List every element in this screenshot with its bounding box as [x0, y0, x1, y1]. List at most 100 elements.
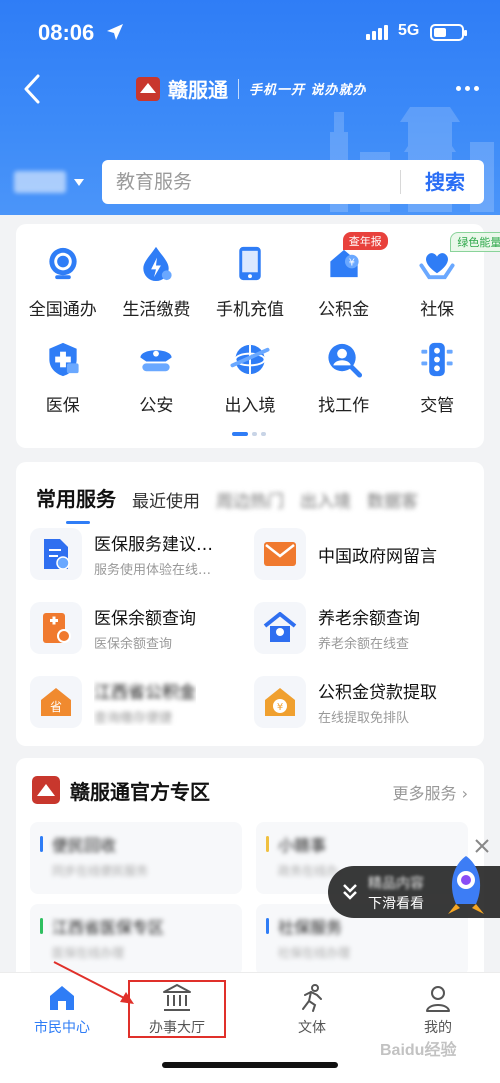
service-medical-balance[interactable]: 医保余额查询 医保余额查询 [30, 602, 254, 654]
service-subtitle: 服务使用体验在线… [94, 563, 212, 578]
service-icon-wrap [30, 602, 82, 654]
watermark: Baidu经验 [380, 1042, 457, 1059]
promo-subtitle: 下滑看看 [368, 896, 424, 912]
app-header: 08:06 5G 赣服通 手机一开 说办就办 搜索 [0, 0, 500, 215]
service-label: 交管 [420, 396, 455, 416]
tab-immigration[interactable]: 出入境 [300, 487, 351, 512]
service-label: 找工作 [318, 396, 370, 416]
svg-text:省: 省 [50, 700, 62, 714]
home-indicator [162, 1062, 338, 1068]
tab-culture-sports[interactable]: 文体 [262, 983, 362, 1043]
service-title: 江西省公积金 [94, 683, 196, 703]
service-icon-wrap: ¥ [254, 676, 306, 728]
tab-label: 文体 [298, 1020, 326, 1036]
svg-text:¥: ¥ [348, 257, 354, 268]
location-arrow-icon [107, 24, 123, 40]
service-icon-wrap [254, 602, 306, 654]
service-utility-payment[interactable]: 生活缴费 [110, 244, 204, 320]
tab-label: 市民中心 [34, 1020, 90, 1036]
service-province-fund[interactable]: 省 江西省公积金 查询缴存便捷 [30, 676, 254, 728]
grid-page-indicator [232, 432, 266, 436]
traffic-icon [421, 342, 453, 377]
battery-icon [430, 24, 467, 41]
medical-insurance-icon [49, 342, 79, 377]
service-gov-message[interactable]: 中国政府网留言 [254, 528, 478, 580]
svg-text:¥: ¥ [277, 702, 283, 713]
service-job-search[interactable]: 找工作 [297, 340, 391, 416]
service-subtitle: 养老余额在线查 [318, 637, 410, 652]
service-label: 出入境 [224, 396, 276, 416]
zone-item-subtitle: 政务在线办 [278, 864, 339, 878]
service-pension-balance[interactable]: 养老余额查询 养老余额在线查 [254, 602, 478, 654]
service-phone-topup[interactable]: 手机充值 [203, 244, 297, 320]
service-subtitle: 医保余额查询 [94, 637, 173, 652]
service-text: 公积金贷款提取 在线提取免排队 [318, 678, 437, 726]
service-social-security[interactable]: 绿色能量 社保 [390, 232, 500, 320]
profile-icon [426, 986, 450, 1012]
mascot-icon[interactable] [440, 852, 492, 916]
search-box: 搜索 [102, 160, 484, 204]
tab-profile[interactable]: 我的 [388, 983, 488, 1043]
tab-recent[interactable]: 最近使用 [132, 487, 200, 512]
pension-home-icon [263, 612, 297, 642]
brand-logo-icon [136, 76, 160, 101]
service-text: 医保服务建议… 服务使用体验在线… [94, 530, 213, 578]
zone-title: 赣服通官方专区 [70, 780, 210, 804]
tab-common-services[interactable]: 常用服务 [36, 483, 116, 524]
brand-name: 赣服通 [168, 78, 228, 102]
search-button[interactable]: 搜索 [412, 160, 478, 204]
search-divider [400, 170, 401, 194]
brand-slogan: 手机一开 说办就办 [249, 83, 367, 98]
province-home-icon: 省 [41, 688, 71, 716]
double-chevron-down-icon [343, 884, 357, 900]
zone-item-title: 便民回收 [52, 836, 117, 855]
search-row: 搜索 [0, 160, 500, 204]
service-icon-wrap [254, 528, 306, 580]
balance-card-icon [43, 613, 71, 643]
service-title: 养老余额查询 [318, 609, 420, 629]
service-immigration[interactable]: 出入境 [203, 340, 297, 416]
zone-item[interactable]: 便民回收 同步在线便民服务 [30, 822, 242, 894]
zone-item-subtitle: 社保在线办理 [278, 946, 351, 960]
police-icon [140, 350, 172, 372]
utility-payment-icon [143, 246, 172, 282]
service-title: 中国政府网留言 [318, 546, 437, 567]
job-search-icon [327, 343, 362, 378]
service-label: 公安 [139, 396, 174, 416]
social-security-icon [419, 253, 455, 280]
service-icon-wrap: 省 [30, 676, 82, 728]
service-title: 医保服务建议… [94, 535, 213, 555]
service-fund-loan-withdraw[interactable]: ¥ 公积金贷款提取 在线提取免排队 [254, 676, 478, 728]
service-medical-insurance[interactable]: 医保 [16, 340, 110, 416]
housing-fund-icon: ¥ [329, 249, 359, 278]
brand-logo-icon [32, 776, 60, 804]
city-selector[interactable] [14, 168, 90, 196]
service-police[interactable]: 公安 [110, 340, 204, 416]
back-button[interactable] [18, 72, 48, 106]
more-menu-button[interactable] [456, 78, 480, 98]
brand-header: 赣服通 手机一开 说办就办 [136, 74, 367, 103]
nav-bar: 赣服通 手机一开 说办就办 [0, 66, 500, 112]
more-services-link[interactable]: 更多服务 › [393, 780, 469, 804]
close-icon[interactable] [472, 836, 492, 856]
tab-nearby-hot[interactable]: 周边热门 [216, 487, 284, 512]
cellular-signal-icon [366, 25, 388, 40]
service-medical-feedback[interactable]: 医保服务建议… 服务使用体验在线… [30, 528, 254, 580]
search-input[interactable] [116, 160, 396, 204]
zone-item-subtitle: 同步在线便民服务 [52, 864, 149, 878]
mail-icon [264, 542, 296, 566]
service-traffic[interactable]: 交管 [390, 340, 484, 416]
service-nationwide[interactable]: 全国通办 [16, 244, 110, 320]
service-title: 医保余额查询 [94, 609, 196, 629]
zone-item-title: 社保服务 [278, 918, 343, 937]
zone-item-accent [266, 836, 269, 852]
service-title: 公积金贷款提取 [318, 683, 437, 703]
brand-divider [238, 78, 239, 99]
service-label: 全国通办 [28, 300, 97, 320]
immigration-icon [230, 344, 270, 375]
common-services-list: 医保服务建议… 服务使用体验在线… 中国政府网留言 医保余额查询 医保余额查询 … [30, 528, 480, 728]
tab-more[interactable]: 数据客 [367, 487, 418, 512]
service-housing-fund[interactable]: 查年报 ¥ 公积金 [297, 232, 391, 320]
service-label: 生活缴费 [122, 300, 191, 320]
service-tabs: 常用服务 最近使用 周边热门 出入境 数据客 [36, 482, 418, 524]
